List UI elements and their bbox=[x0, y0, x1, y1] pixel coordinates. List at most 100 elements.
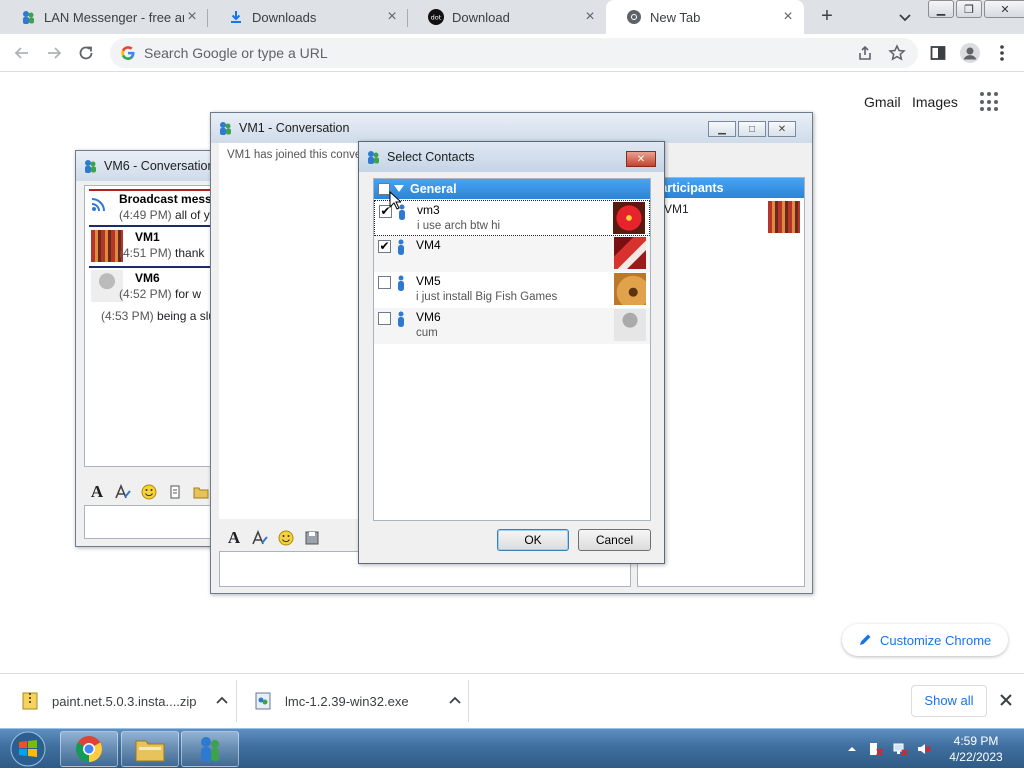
tab-title: New Tab bbox=[650, 9, 701, 25]
download-icon bbox=[228, 9, 244, 25]
system-clock[interactable]: 4:59 PM 4/22/2023 bbox=[936, 733, 1016, 765]
close-button[interactable]: ✕ bbox=[626, 151, 656, 167]
window-controls: ✕ bbox=[624, 151, 656, 167]
rss-broadcast-icon bbox=[91, 198, 105, 212]
ok-button[interactable]: OK bbox=[497, 529, 569, 551]
volume-muted-icon[interactable] bbox=[916, 741, 932, 757]
search-input[interactable] bbox=[142, 43, 842, 63]
contact-row-vm5[interactable]: VM5 i just install Big Fish Games bbox=[374, 272, 650, 308]
chevron-up-icon[interactable] bbox=[447, 693, 463, 709]
restore-button[interactable]: ❐ bbox=[956, 0, 982, 18]
tab-new-tab[interactable]: New Tab × bbox=[606, 0, 804, 34]
download-item[interactable]: lmc-1.2.39-win32.exe bbox=[255, 674, 463, 728]
chrome-icon bbox=[76, 736, 102, 762]
contact-checkbox[interactable]: ✔ bbox=[378, 240, 391, 253]
font-color-icon[interactable] bbox=[249, 528, 271, 548]
close-icon[interactable]: × bbox=[184, 9, 200, 25]
window-controls: ▁ □ ✕ bbox=[706, 121, 796, 137]
window-title: VM1 - Conversation bbox=[239, 121, 350, 135]
smiley-icon[interactable] bbox=[275, 528, 297, 548]
close-icon[interactable]: × bbox=[780, 9, 796, 25]
gmail-link[interactable]: Gmail bbox=[864, 94, 901, 110]
maximize-button[interactable]: □ bbox=[738, 121, 766, 137]
lan-messenger-icon bbox=[368, 151, 379, 164]
back-button[interactable] bbox=[10, 41, 34, 65]
dot-site-icon: dot bbox=[428, 9, 444, 25]
avatar bbox=[768, 201, 800, 233]
tab-title: Download bbox=[452, 9, 510, 25]
minimize-button[interactable]: ▁ bbox=[708, 121, 736, 137]
participant-name: VM1 bbox=[664, 202, 689, 216]
folder-icon[interactable] bbox=[190, 482, 212, 502]
contact-name: VM4 bbox=[416, 238, 441, 252]
cancel-button[interactable]: Cancel bbox=[578, 529, 651, 551]
taskbar-lan-messenger[interactable] bbox=[181, 731, 239, 767]
network-icon[interactable] bbox=[892, 741, 908, 757]
person-icon bbox=[398, 311, 404, 327]
lan-messenger-icon bbox=[201, 737, 219, 762]
clock-time: 4:59 PM bbox=[953, 734, 999, 748]
download-item[interactable]: paint.net.5.0.3.insta....zip bbox=[22, 674, 230, 728]
dialog-titlebar[interactable]: Select Contacts bbox=[359, 142, 664, 172]
font-color-icon[interactable] bbox=[112, 482, 134, 502]
contact-status: i just install Big Fish Games bbox=[416, 291, 558, 303]
tab-lan-messenger[interactable]: LAN Messenger - free and × bbox=[0, 0, 208, 34]
contacts-list[interactable]: General ✔ vm3 i use arch btw hi ✔ VM4 VM… bbox=[373, 178, 651, 521]
folder-icon bbox=[135, 740, 165, 762]
exe-file-icon bbox=[255, 692, 271, 710]
format-toolbar: A bbox=[86, 481, 216, 503]
reload-icon bbox=[79, 46, 93, 60]
more-menu-icon[interactable] bbox=[992, 43, 1012, 63]
close-icon[interactable]: × bbox=[384, 9, 400, 25]
divider bbox=[468, 680, 469, 722]
contact-checkbox[interactable] bbox=[378, 276, 391, 289]
action-center-icon[interactable] bbox=[868, 741, 884, 757]
side-panel-icon[interactable] bbox=[928, 43, 948, 63]
contact-status: i use arch btw hi bbox=[417, 220, 501, 232]
contact-row-vm6[interactable]: VM6 cum bbox=[374, 308, 650, 344]
close-icon[interactable] bbox=[998, 692, 1014, 708]
images-link[interactable]: Images bbox=[912, 94, 958, 110]
forward-button[interactable] bbox=[42, 41, 66, 65]
send-file-icon[interactable] bbox=[164, 482, 186, 502]
caret-up-icon[interactable] bbox=[844, 741, 860, 757]
new-tab-button[interactable]: + bbox=[816, 6, 838, 28]
download-shelf: paint.net.5.0.3.insta....zip lmc-1.2.39-… bbox=[0, 673, 1024, 728]
start-button[interactable] bbox=[2, 730, 54, 768]
lan-messenger-icon bbox=[85, 160, 96, 173]
font-icon[interactable]: A bbox=[223, 528, 245, 548]
contact-name: vm3 bbox=[417, 203, 440, 217]
close-icon[interactable]: × bbox=[582, 9, 598, 25]
customize-chrome-button[interactable]: Customize Chrome bbox=[842, 624, 1008, 656]
reload-button[interactable] bbox=[74, 41, 98, 65]
omnibox[interactable] bbox=[110, 38, 918, 68]
google-icon bbox=[121, 46, 135, 60]
tab-downloads[interactable]: Downloads × bbox=[208, 0, 408, 34]
contact-row-vm3[interactable]: ✔ vm3 i use arch btw hi bbox=[374, 200, 650, 236]
apps-grid-icon[interactable] bbox=[980, 92, 1000, 112]
download-filename: lmc-1.2.39-win32.exe bbox=[285, 693, 409, 709]
show-all-button[interactable]: Show all bbox=[911, 685, 987, 717]
arrow-left-icon bbox=[14, 47, 28, 59]
contact-checkbox[interactable] bbox=[378, 312, 391, 325]
smiley-icon[interactable] bbox=[138, 482, 160, 502]
star-icon[interactable] bbox=[888, 44, 906, 62]
minimize-button[interactable]: ▁ bbox=[928, 0, 954, 18]
close-window-button[interactable]: ✕ bbox=[984, 0, 1024, 18]
contact-row-vm4[interactable]: ✔ VM4 bbox=[374, 236, 650, 272]
chevron-down-icon[interactable] bbox=[896, 8, 914, 26]
save-icon[interactable] bbox=[301, 528, 323, 548]
chevron-up-icon[interactable] bbox=[214, 693, 230, 709]
clock-date: 4/22/2023 bbox=[949, 750, 1003, 764]
tab-title: LAN Messenger - free and bbox=[44, 9, 184, 25]
group-header-general[interactable]: General bbox=[374, 179, 650, 199]
profile-avatar-icon[interactable] bbox=[960, 43, 980, 63]
font-icon[interactable]: A bbox=[86, 482, 108, 502]
taskbar-explorer[interactable] bbox=[121, 731, 179, 767]
close-button[interactable]: ✕ bbox=[768, 121, 796, 137]
select-contacts-dialog[interactable]: Select Contacts ✕ General ✔ vm3 i use ar… bbox=[358, 141, 665, 564]
tab-download[interactable]: dot Download × bbox=[408, 0, 606, 34]
contact-name: VM5 bbox=[416, 274, 441, 288]
taskbar-chrome[interactable] bbox=[60, 731, 118, 767]
share-icon[interactable] bbox=[856, 44, 874, 62]
